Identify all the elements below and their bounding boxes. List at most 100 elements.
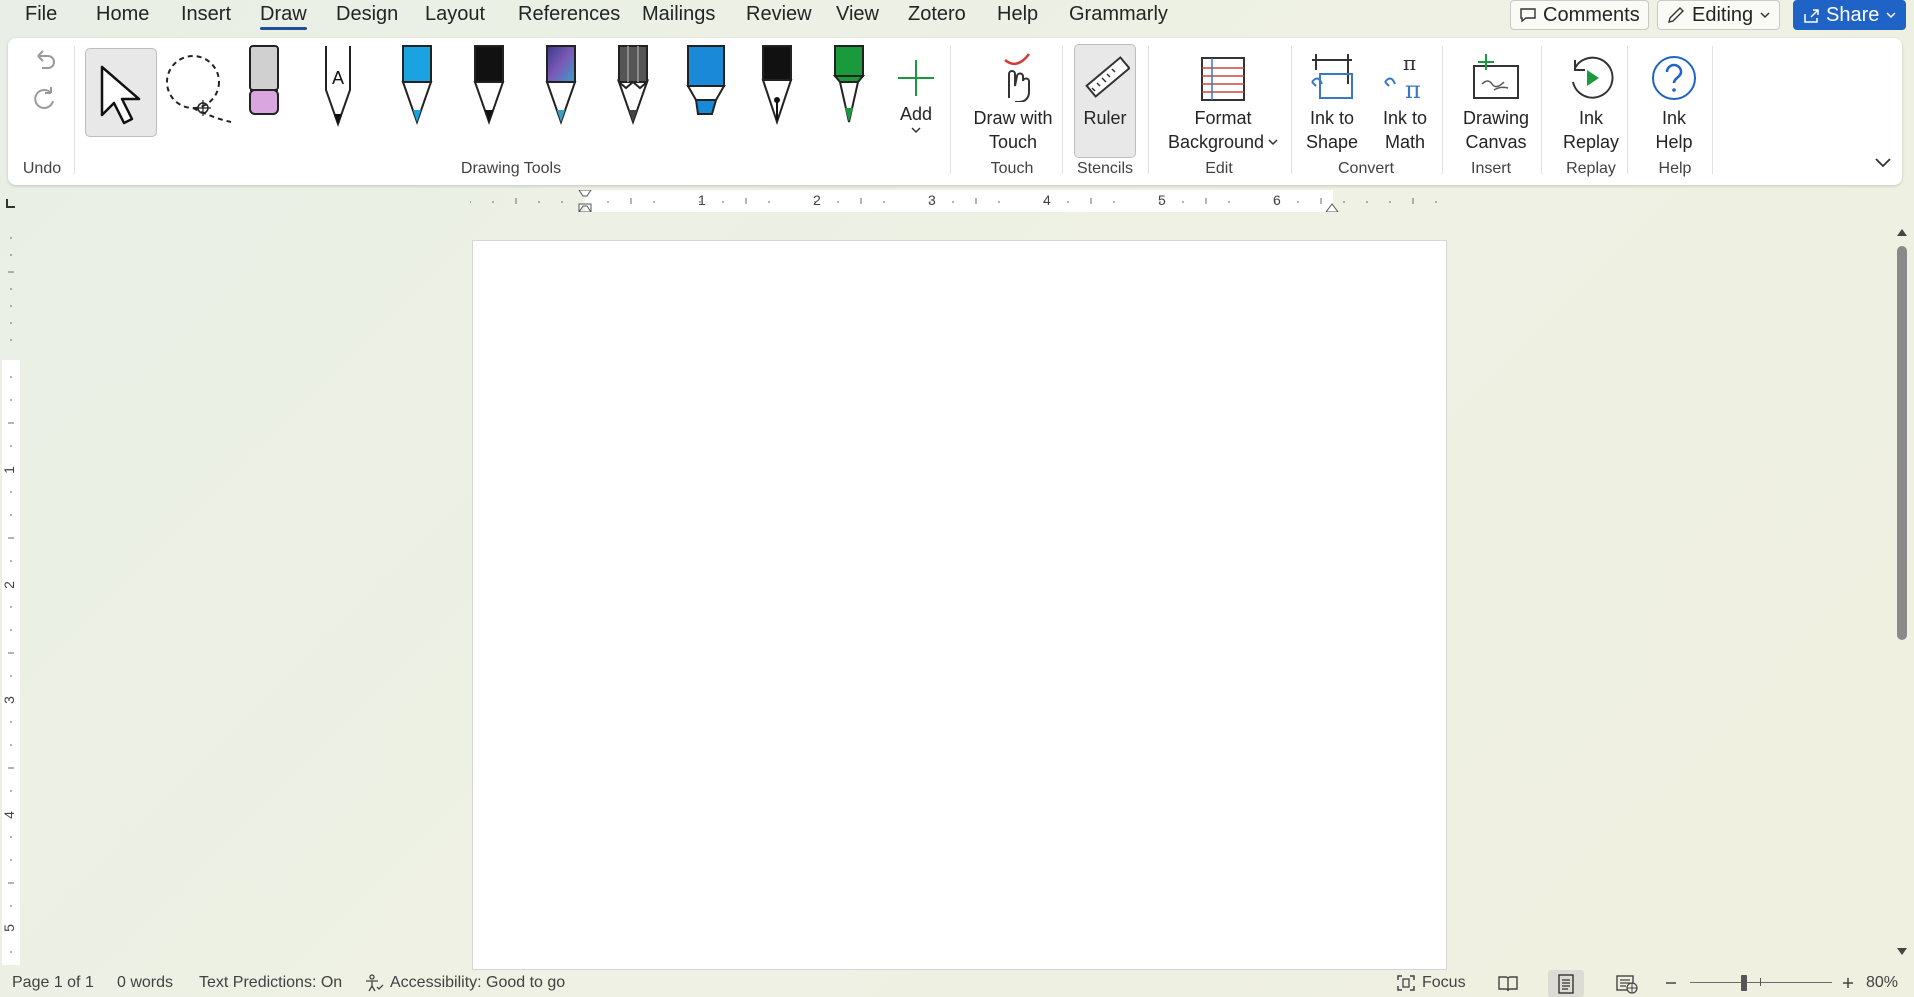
ink-to-shape-button[interactable]: Ink to Shape	[1304, 42, 1360, 154]
text-predictions[interactable]: Text Predictions: On	[199, 974, 342, 992]
focus-button[interactable]: Focus	[1396, 974, 1466, 992]
collapse-ribbon-icon[interactable]	[1874, 156, 1892, 170]
scrollbar-thumb[interactable]	[1897, 246, 1907, 640]
menu-insert[interactable]: Insert	[181, 3, 231, 26]
zoom-out-icon[interactable]	[1664, 976, 1678, 990]
status-bar: Page 1 of 1 0 words Text Predictions: On…	[0, 970, 1914, 997]
undo-icon[interactable]	[30, 46, 58, 74]
fountain-pen-icon[interactable]	[757, 44, 797, 128]
document-page[interactable]	[472, 240, 1447, 970]
menu-bar: File Home Insert Draw Design Layout Refe…	[0, 0, 1914, 32]
group-label-touch: Touch	[990, 160, 1034, 177]
redo-icon[interactable]	[30, 84, 58, 112]
svg-text:π: π	[1405, 76, 1421, 102]
divider	[1062, 46, 1063, 174]
menu-grammarly[interactable]: Grammarly	[1069, 3, 1168, 26]
ruler-number: 1	[0, 466, 17, 474]
draw-with-touch-button[interactable]: Draw with Touch	[963, 42, 1063, 154]
comment-icon	[1520, 8, 1536, 23]
menu-view[interactable]: View	[836, 3, 879, 26]
menu-home[interactable]: Home	[96, 3, 149, 26]
svg-text:A: A	[332, 68, 344, 88]
menu-help[interactable]: Help	[997, 3, 1038, 26]
comments-label: Comments	[1543, 3, 1640, 26]
focus-label: Focus	[1422, 974, 1466, 991]
plus-icon	[898, 60, 934, 96]
action-pen-icon[interactable]: A	[318, 44, 358, 128]
read-mode-icon[interactable]	[1497, 974, 1519, 994]
format-background-button[interactable]: Format Background	[1158, 42, 1288, 154]
black-pen-icon[interactable]	[469, 44, 509, 128]
scroll-up-icon[interactable]	[1895, 226, 1909, 238]
menu-file[interactable]: File	[25, 3, 57, 26]
touch-draw-icon	[1004, 53, 1030, 102]
chevron-down-icon	[1268, 139, 1278, 146]
select-tool-button[interactable]	[85, 48, 157, 137]
chevron-down-icon	[1760, 12, 1770, 19]
add-pen-button[interactable]: Add	[886, 42, 946, 136]
ruler-number: 5	[0, 924, 17, 932]
group-label-undo: Undo	[22, 160, 62, 177]
group-label-drawing-tools: Drawing Tools	[460, 160, 562, 177]
ruler-number: 4	[1043, 192, 1051, 208]
editing-button[interactable]: Editing	[1657, 0, 1781, 30]
draw-with-touch-label-1: Draw with	[973, 108, 1053, 128]
ink-to-shape-label-1: Ink to	[1309, 108, 1355, 128]
green-pen-icon[interactable]	[829, 44, 869, 128]
pencil-icon[interactable]	[613, 44, 653, 128]
menu-references[interactable]: References	[518, 3, 620, 26]
replay-icon	[1572, 56, 1614, 99]
format-background-dropdown: Background	[1168, 130, 1278, 154]
zoom-slider-thumb[interactable]	[1741, 975, 1748, 991]
comments-button[interactable]: Comments	[1510, 0, 1649, 30]
horizontal-ruler[interactable]: 1 2 3 4 5 6	[469, 189, 1440, 213]
galaxy-pen-icon[interactable]	[541, 44, 581, 128]
ruler-number: 5	[1158, 192, 1166, 208]
lasso-select-icon[interactable]	[163, 50, 239, 130]
blue-pen-icon[interactable]	[397, 44, 437, 128]
menu-zotero[interactable]: Zotero	[908, 3, 966, 26]
drawing-canvas-button[interactable]: Drawing Canvas	[1456, 42, 1536, 154]
vertical-ruler[interactable]: 1 2 3 4 5	[0, 220, 22, 965]
highlighter-icon[interactable]	[684, 44, 728, 128]
menu-layout[interactable]: Layout	[425, 3, 485, 26]
page-count[interactable]: Page 1 of 1	[12, 974, 94, 992]
group-label-edit: Edit	[1205, 160, 1233, 177]
menu-draw[interactable]: Draw	[260, 3, 307, 30]
divider	[1442, 46, 1443, 174]
format-background-label-1: Format	[1194, 108, 1252, 128]
group-label-help: Help	[1658, 160, 1692, 177]
ruler-button[interactable]: Ruler	[1074, 42, 1136, 130]
help-icon	[1652, 56, 1696, 100]
focus-icon	[1397, 975, 1415, 991]
eraser-icon[interactable]	[244, 44, 284, 124]
ink-to-math-icon: π π	[1384, 52, 1421, 102]
zoom-slider[interactable]	[1690, 982, 1832, 983]
editing-label: Editing	[1692, 3, 1754, 26]
zoom-level[interactable]: 80%	[1866, 974, 1898, 992]
ruler-number: 4	[0, 811, 17, 819]
menu-review[interactable]: Review	[746, 3, 812, 26]
ink-replay-button[interactable]: Ink Replay	[1556, 42, 1626, 154]
menu-mailings[interactable]: Mailings	[642, 3, 715, 26]
menu-design[interactable]: Design	[336, 3, 398, 26]
zoom-in-icon[interactable]	[1841, 976, 1855, 990]
horizontal-ruler-ticks	[469, 189, 1437, 213]
tab-selector-icon[interactable]	[4, 196, 18, 210]
accessibility-status[interactable]: Accessibility: Good to go	[364, 974, 565, 992]
divider	[1541, 46, 1542, 174]
print-layout-icon[interactable]	[1556, 974, 1576, 994]
divider	[1148, 46, 1149, 174]
group-label-insert: Insert	[1470, 160, 1512, 177]
ruler-number: 3	[928, 192, 936, 208]
ink-to-math-button[interactable]: π π Ink to Math	[1378, 42, 1432, 154]
share-button[interactable]: Share	[1793, 0, 1907, 30]
group-label-convert: Convert	[1337, 160, 1395, 177]
ruler-icon	[1085, 56, 1130, 98]
web-layout-icon[interactable]	[1616, 974, 1638, 994]
ink-replay-label-2: Replay	[1562, 132, 1620, 152]
chevron-down-icon	[1886, 12, 1896, 19]
scroll-down-icon[interactable]	[1895, 946, 1909, 958]
word-count[interactable]: 0 words	[117, 974, 173, 992]
ink-help-button[interactable]: Ink Help	[1644, 42, 1704, 154]
